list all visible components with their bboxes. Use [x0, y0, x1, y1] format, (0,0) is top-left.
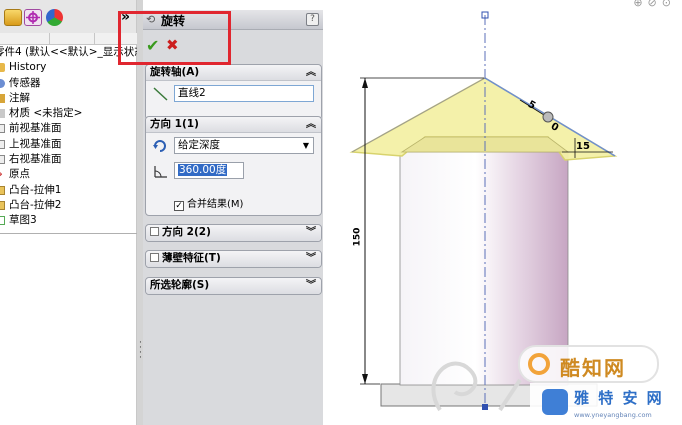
- material-icon: [0, 109, 5, 119]
- extrude-icon: [0, 185, 5, 195]
- plane-icon: [0, 124, 5, 134]
- display-manager-tab-icon[interactable]: [46, 9, 63, 26]
- revolve-axis-field[interactable]: 直线2: [174, 85, 314, 102]
- dimension-small-label[interactable]: 0: [549, 121, 561, 134]
- origin-icon: ↳: [0, 170, 5, 179]
- tree-divider: [0, 233, 137, 234]
- dimension-angle-label[interactable]: 5: [526, 99, 538, 112]
- expand-chevron-icon: ︾: [306, 227, 316, 238]
- selected-contours-header[interactable]: 所选轮廓(S) ︾: [146, 278, 321, 294]
- group-title: 所选轮廓(S): [150, 279, 210, 291]
- tree-item-boss-extrude2[interactable]: 凸台-拉伸2: [0, 198, 137, 213]
- part-root-item[interactable]: 零件4 (默认<<默认>_显示状态: [0, 45, 145, 60]
- tree-item-front-plane[interactable]: 前视基准面: [0, 121, 137, 136]
- view-toolbar-icons[interactable]: ⊕⊘⊙: [633, 0, 676, 9]
- direction2-header[interactable]: 方向 2(2) ︾: [146, 225, 321, 241]
- tree-item-label: 凸台-拉伸2: [9, 198, 62, 211]
- tree-item-label: History: [9, 61, 47, 74]
- direction1-header[interactable]: 方向 1(1) ︽: [146, 117, 321, 133]
- tree-item-sensors[interactable]: 传感器: [0, 76, 137, 91]
- angle-value: 360.00度: [178, 164, 228, 176]
- tree-item-label: 草图3: [9, 214, 37, 227]
- group-title: 旋转轴(A): [150, 66, 200, 78]
- revolve-axis-header[interactable]: 旋转轴(A) ︽: [146, 65, 321, 81]
- splitter-grip-icon[interactable]: · · · ·: [139, 339, 142, 363]
- roof-inner: [400, 136, 570, 153]
- thin-feature-checkbox[interactable]: [150, 253, 159, 262]
- tree-item-boss-extrude1[interactable]: 凸台-拉伸1: [0, 183, 137, 198]
- selected-contours-group: 所选轮廓(S) ︾: [145, 277, 322, 295]
- collapse-chevron-icon: ︽: [306, 119, 316, 130]
- dimension-height-label[interactable]: 150: [352, 228, 362, 247]
- plane-icon: [0, 155, 5, 165]
- reverse-direction-icon[interactable]: [152, 138, 169, 154]
- group-title: 薄壁特征(T): [162, 252, 221, 264]
- thin-feature-header[interactable]: 薄壁特征(T) ︾: [146, 251, 321, 267]
- direction2-group: 方向 2(2) ︾: [145, 224, 322, 242]
- watermark-url: www.yneyangbang.com: [574, 411, 652, 419]
- sketch-icon: [0, 216, 5, 226]
- extrude-icon: [0, 200, 5, 210]
- tree-item-annotations[interactable]: 注解: [0, 91, 137, 106]
- tree-item-history[interactable]: History: [0, 60, 137, 75]
- tree-tab-strip: [0, 33, 137, 45]
- merge-result-checkbox[interactable]: ✓ 合并结果(M): [174, 195, 243, 211]
- direction2-checkbox[interactable]: [150, 227, 159, 236]
- tree-item-origin[interactable]: ↳ 原点: [0, 167, 137, 182]
- help-button[interactable]: ?: [306, 13, 319, 26]
- tree-item-label: 注解: [9, 91, 30, 104]
- tree-item-label: 传感器: [9, 76, 41, 89]
- tree-item-label: 前视基准面: [9, 122, 62, 135]
- dimension-overhang-label[interactable]: 15: [576, 141, 590, 152]
- group-title: 方向 2(2): [162, 226, 211, 238]
- end-condition-select[interactable]: 给定深度 ▼: [174, 137, 314, 154]
- angle-input[interactable]: 360.00度: [174, 162, 244, 179]
- watermark-house-icon: [542, 389, 568, 415]
- revolve-axis-group: 旋转轴(A) ︽ 直线2: [145, 64, 322, 120]
- feature-tree-toolbar: »: [0, 0, 136, 34]
- watermark-brand-2: 雅 特 安 网: [574, 389, 664, 407]
- tree-item-right-plane[interactable]: 右视基准面: [0, 152, 137, 167]
- expand-chevron-icon: ︾: [306, 253, 316, 264]
- plane-icon: [0, 139, 5, 149]
- expand-chevron-icon: ︾: [306, 280, 316, 291]
- axis-line-icon: [153, 87, 168, 101]
- axis-field-value: 直线2: [178, 87, 206, 99]
- feature-tree-list: 零件4 (默认<<默认>_显示状态 History 传感器 注解 材质 <未指定…: [0, 46, 145, 229]
- group-title: 方向 1(1): [150, 118, 199, 130]
- watermark-badge-2: 雅 特 安 网 www.yneyangbang.com: [530, 383, 682, 425]
- tree-item-label: 右视基准面: [9, 153, 62, 166]
- watermark-badge: 酷知网: [518, 345, 659, 383]
- tree-item-sketch3[interactable]: 草图3: [0, 213, 137, 228]
- property-manager-tab-icon[interactable]: [24, 9, 42, 26]
- thin-feature-group: 薄壁特征(T) ︾: [145, 250, 322, 268]
- annotation-icon: [0, 93, 5, 103]
- merge-result-label: 合并结果(M): [187, 199, 244, 210]
- direction1-group: 方向 1(1) ︽ 给定深度 ▼ 360.00度 ✓ 合并结果(M): [145, 116, 322, 216]
- tree-item-material[interactable]: 材质 <未指定>: [0, 106, 137, 121]
- watermark-brand: 酷知网: [560, 356, 626, 380]
- tree-item-label: 上视基准面: [9, 137, 62, 150]
- revolve-property-manager: ⟲ 旋转 ? ✔ ✖ 旋转轴(A) ︽ 直线2 方向 1(1) ︽ 给定深度 ▼: [143, 10, 323, 425]
- chevron-down-icon: ▼: [302, 141, 309, 150]
- ok-cancel-highlight-box: [118, 11, 231, 65]
- roof-edge-selected: [484, 77, 616, 157]
- end-condition-value: 给定深度: [178, 139, 220, 151]
- feature-manager-tab-icon[interactable]: [4, 9, 22, 26]
- tree-item-label: 原点: [9, 168, 30, 181]
- tree-item-label: 凸台-拉伸1: [9, 183, 62, 196]
- collapse-chevron-icon: ︽: [306, 67, 316, 78]
- angle-icon: [154, 166, 167, 178]
- feature-tree-panel: » 零件4 (默认<<默认>_显示状态 History 传感器 注解 材质 <未…: [0, 0, 145, 425]
- tree-item-top-plane[interactable]: 上视基准面: [0, 137, 137, 152]
- history-icon: [0, 63, 5, 73]
- checkbox-box: ✓: [174, 201, 184, 211]
- watermark-logo-icon: [528, 353, 550, 375]
- tree-item-label: 材质 <未指定>: [9, 107, 83, 120]
- sensor-icon: [0, 78, 5, 88]
